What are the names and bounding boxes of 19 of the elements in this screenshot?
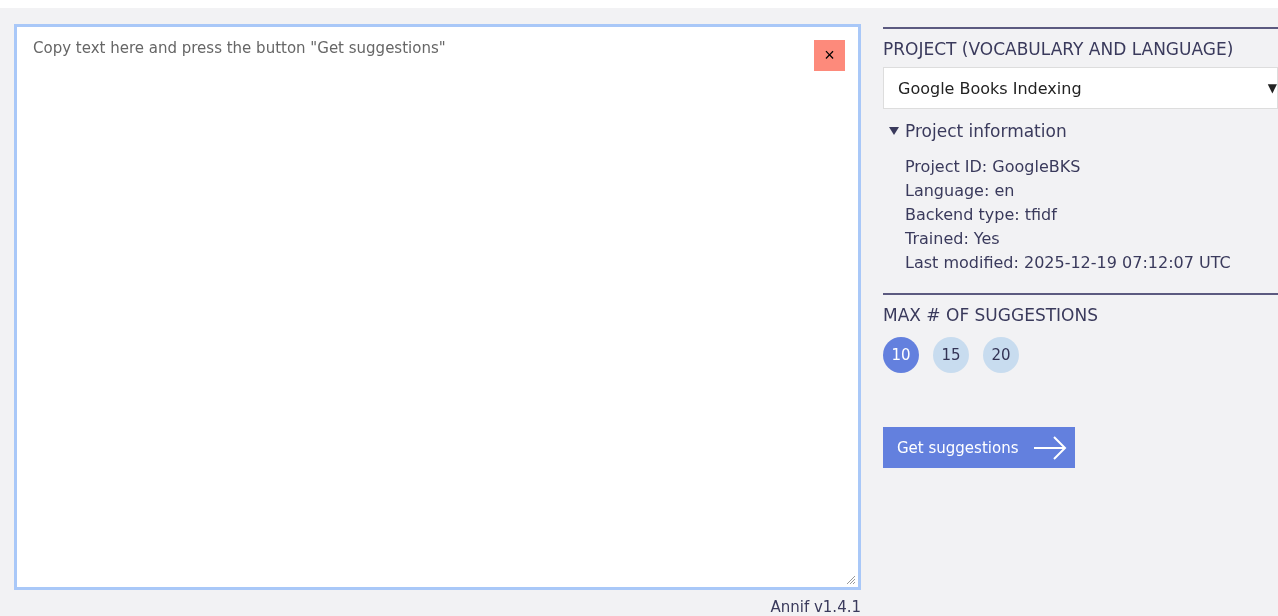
resize-handle-icon[interactable] [846,575,856,585]
section-heading: PROJECT (VOCABULARY AND LANGUAGE) [883,39,1235,59]
arrow-right-icon [1033,435,1067,460]
clear-button[interactable]: × [814,40,845,71]
count-option[interactable]: 20 [983,337,1019,373]
count-option[interactable]: 10 [883,337,919,373]
info-line: Backend type: tfidf [905,204,1059,226]
text-input-field[interactable]: Copy text here and press the button "Get suggestions" × [14,24,861,590]
triangle-icon [889,126,899,136]
section-heading: MAX # OF SUGGESTIONS [883,305,1099,325]
project-dropdown[interactable]: Google Books Indexing ▼ [883,67,1278,109]
info-line: Project ID: GoogleBKS [905,156,1082,178]
info-line: Trained: Yes [905,228,1001,250]
get-suggestions-button[interactable]: Get suggestions [883,427,1075,468]
version-text: Annif v1.4.1 [769,598,861,616]
info-line: Last modified: 2025-12-19 07:12:07 UTC [905,252,1232,274]
project-info-toggle[interactable]: Project information [889,121,1278,141]
count-option[interactable]: 15 [933,337,969,373]
info-line: Language: en [905,180,1016,202]
